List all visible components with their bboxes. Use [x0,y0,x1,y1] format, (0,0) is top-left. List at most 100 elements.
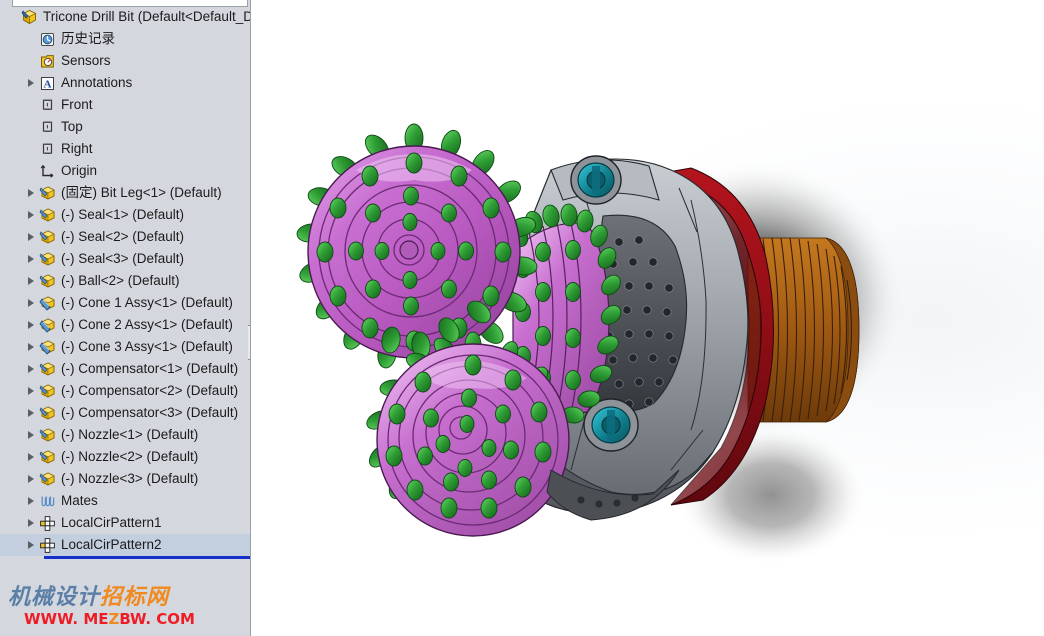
tree-item-label: Origin [61,163,98,178]
expand-arrow-icon[interactable] [26,540,37,551]
expand-arrow-icon[interactable] [26,254,37,265]
tree-item-label: Right [61,141,93,156]
part-icon [39,361,56,378]
expand-arrow-icon[interactable] [26,298,37,309]
assembly-icon [21,9,38,26]
feature-manager-tree-panel: Tricone Drill Bit (Default<Default_Di 历史记… [0,0,251,636]
tree-item-bit-leg-1-default[interactable]: (固定) Bit Leg<1> (Default) [0,182,250,204]
part-icon [39,229,56,246]
tree-item-label: LocalCirPattern2 [61,537,162,552]
watermark-chinese-primary: 机械设计 [8,585,101,610]
plane-icon [39,97,56,114]
tree-item-item[interactable]: 历史记录 [0,28,250,50]
tree-item-mates[interactable]: Mates [0,490,250,512]
pattern-icon [39,537,56,554]
expand-arrow-icon[interactable] [26,452,37,463]
tree-item-label: 历史记录 [61,31,115,46]
tree-item-label: (-) Seal<2> (Default) [61,229,185,244]
tree-item-label: Front [61,97,93,112]
tree-item-label: (固定) Bit Leg<1> (Default) [61,185,222,200]
expand-arrow-icon[interactable] [26,188,37,199]
tree-item-cone-3-assy-1-default[interactable]: (-) Cone 3 Assy<1> (Default) [0,336,250,358]
expand-arrow-icon[interactable] [26,496,37,507]
expand-arrow-icon[interactable] [26,474,37,485]
watermark-url-part2: Z [108,610,120,628]
part-icon [39,207,56,224]
tree-item-label: Sensors [61,53,111,68]
sensors-icon [39,53,56,70]
part-icon [39,449,56,466]
tree-item-label: (-) Cone 2 Assy<1> (Default) [61,317,233,332]
watermark-url: WWW. MEZBW. COM [24,610,248,628]
tree-item-label: Tricone Drill Bit (Default<Default_Di [43,9,250,24]
tree-item-nozzle-3-default[interactable]: (-) Nozzle<3> (Default) [0,468,250,490]
expand-arrow-icon[interactable] [26,342,37,353]
tree-item-seal-3-default[interactable]: (-) Seal<3> (Default) [0,248,250,270]
part-icon [39,251,56,268]
feature-tree-list[interactable]: Tricone Drill Bit (Default<Default_Di 历史记… [0,6,250,566]
tree-item-label: (-) Compensator<3> (Default) [61,405,239,420]
expand-arrow-icon[interactable] [26,430,37,441]
part-icon [39,273,56,290]
tree-item-label: Mates [61,493,98,508]
tree-item-cone-2-assy-1-default[interactable]: (-) Cone 2 Assy<1> (Default) [0,314,250,336]
expand-arrow-icon[interactable] [26,518,37,529]
nozzle-upper [570,155,622,205]
tree-item-label: (-) Cone 1 Assy<1> (Default) [61,295,233,310]
tree-item-seal-2-default[interactable]: (-) Seal<2> (Default) [0,226,250,248]
pattern-icon [39,515,56,532]
expand-arrow-icon[interactable] [26,386,37,397]
tree-item-label: Top [61,119,83,134]
subassembly-icon [39,317,56,334]
tree-item-label: (-) Compensator<2> (Default) [61,383,239,398]
part-icon [39,471,56,488]
origin-icon [39,163,56,180]
expand-arrow-icon[interactable] [26,232,37,243]
tree-item-label: LocalCirPattern1 [61,515,162,530]
tree-item-root[interactable]: Tricone Drill Bit (Default<Default_Di [0,6,250,28]
tree-item-nozzle-1-default[interactable]: (-) Nozzle<1> (Default) [0,424,250,446]
tree-item-compensator-3-default[interactable]: (-) Compensator<3> (Default) [0,402,250,424]
rollback-bar[interactable] [44,556,250,559]
tree-item-front[interactable]: Front [0,94,250,116]
tree-item-label: (-) Seal<3> (Default) [61,251,185,266]
tree-item-label: (-) Nozzle<3> (Default) [61,471,199,486]
tree-item-label: (-) Nozzle<1> (Default) [61,427,199,442]
expand-arrow-icon[interactable] [26,320,37,331]
tree-item-top[interactable]: Top [0,116,250,138]
expand-arrow-icon[interactable] [26,78,37,89]
tree-item-nozzle-2-default[interactable]: (-) Nozzle<2> (Default) [0,446,250,468]
tree-item-ball-2-default[interactable]: (-) Ball<2> (Default) [0,270,250,292]
subassembly-icon [39,339,56,356]
watermark: 机械设计招标网 WWW. MEZBW. COM [8,586,248,630]
expand-arrow-icon[interactable] [26,210,37,221]
watermark-url-part3: BW. COM [119,610,195,628]
plane-icon [39,119,56,136]
tree-item-sensors[interactable]: Sensors [0,50,250,72]
tree-item-label: (-) Cone 3 Assy<1> (Default) [61,339,233,354]
part-icon [39,427,56,444]
tricone-drill-bit-model [296,123,906,565]
graphics-viewport[interactable] [251,0,1044,636]
expand-arrow-icon[interactable] [26,276,37,287]
watermark-chinese-secondary: 招标网 [100,585,170,610]
tree-item-localcirpattern2[interactable]: LocalCirPattern2 [0,534,250,556]
plane-icon [39,141,56,158]
tree-item-localcirpattern1[interactable]: LocalCirPattern1 [0,512,250,534]
tree-item-right[interactable]: Right [0,138,250,160]
tree-item-origin[interactable]: Origin [0,160,250,182]
tree-item-seal-1-default[interactable]: (-) Seal<1> (Default) [0,204,250,226]
tree-item-annotations[interactable]: A Annotations [0,72,250,94]
expand-arrow-icon[interactable] [26,364,37,375]
tree-item-cone-1-assy-1-default[interactable]: (-) Cone 1 Assy<1> (Default) [0,292,250,314]
tree-item-label: (-) Compensator<1> (Default) [61,361,239,376]
expand-arrow-icon[interactable] [26,408,37,419]
tree-item-label: Annotations [61,75,133,90]
tree-item-compensator-1-default[interactable]: (-) Compensator<1> (Default) [0,358,250,380]
tree-item-compensator-2-default[interactable]: (-) Compensator<2> (Default) [0,380,250,402]
